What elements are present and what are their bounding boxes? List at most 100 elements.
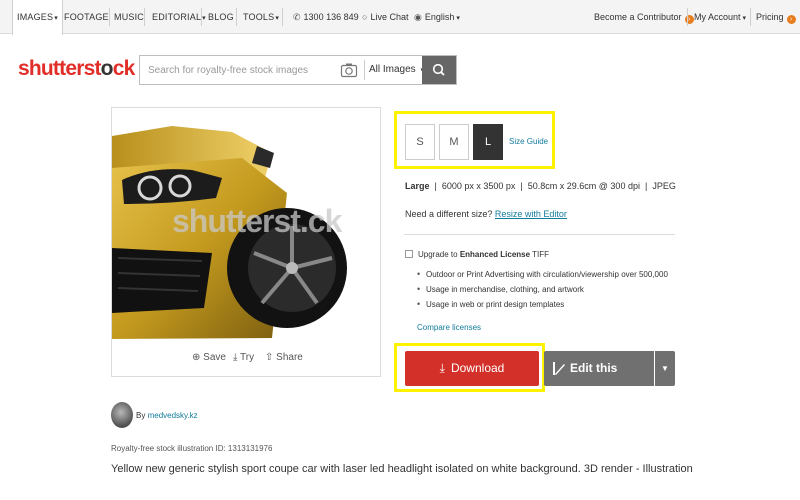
edit-image-button[interactable]: Edit this image — [544, 351, 654, 410]
contributor-byline: By medvedsky.kz — [136, 411, 198, 420]
pricing-link[interactable]: Pricing › — [756, 0, 796, 34]
watermark-text: shutterst.ck — [172, 203, 342, 239]
nav-tab-label: BLOG — [208, 12, 234, 22]
arrow-right-icon: › — [684, 15, 694, 24]
enhanced-license-checkbox[interactable] — [405, 250, 413, 258]
edit-label: Edit this image — [570, 361, 618, 410]
language-selector[interactable]: ◉ English ▾ — [414, 0, 460, 34]
my-account-label: My Account — [694, 12, 741, 22]
nav-tab-label: FOOTAGE — [64, 12, 109, 22]
nav-divider — [109, 8, 110, 26]
save-label: Save — [203, 352, 226, 363]
nav-tab-blog[interactable]: BLOG — [208, 0, 234, 34]
section-divider — [404, 234, 675, 235]
search-icon — [432, 63, 445, 76]
nav-divider — [236, 8, 237, 26]
save-button[interactable]: ⊕ Save — [192, 352, 226, 363]
contributor-avatar[interactable] — [111, 402, 133, 428]
list-item: Usage in merchandise, clothing, and artw… — [417, 285, 668, 300]
globe-icon: ◉ — [414, 12, 422, 22]
chat-icon: ○ — [362, 12, 368, 22]
size-option-small[interactable]: S — [405, 124, 435, 160]
license-benefits-list: Outdoor or Print Advertising with circul… — [417, 270, 668, 315]
print-dimensions: 50.8cm x 29.6cm @ 300 dpi — [527, 181, 640, 191]
resize-with-editor-link[interactable]: Resize with Editor — [495, 209, 567, 219]
logo-text-part2: ck — [112, 57, 136, 80]
size-guide-link[interactable]: Size Guide — [509, 137, 548, 146]
compare-licenses-link[interactable]: Compare licenses — [417, 323, 481, 332]
image-type-filter[interactable]: All Images ▾ — [369, 56, 424, 84]
nav-tab-label: EDITORIAL — [152, 12, 202, 22]
nav-divider — [144, 8, 145, 26]
logo-text-part1: shutterst — [18, 57, 101, 80]
download-button[interactable]: ⤓ Download — [405, 351, 539, 386]
download-label: Download — [450, 361, 505, 375]
plus-circle-icon: ⊕ — [192, 352, 201, 363]
nav-tab-tools[interactable]: TOOLS▾ — [243, 0, 279, 34]
share-icon: ⇧ — [265, 352, 274, 363]
share-button[interactable]: ⇧ Share — [265, 352, 303, 363]
search-bar: All Images ▾ — [139, 55, 457, 85]
search-input[interactable] — [140, 56, 340, 84]
nav-divider — [282, 8, 283, 26]
preview-image: shutterst.ck — [112, 108, 380, 339]
chevron-down-icon: ▾ — [742, 15, 747, 22]
become-contributor-label: Become a Contributor — [594, 12, 682, 22]
image-specs: Large | 6000 px x 3500 px | 50.8cm x 29.… — [405, 181, 676, 191]
camera-icon[interactable] — [340, 61, 358, 79]
nav-divider — [201, 8, 202, 26]
preview-actions: ⊕ Save ⤓ Try ⇧ Share — [112, 348, 380, 368]
contributor-link[interactable]: medvedsky.kz — [148, 411, 198, 420]
nav-tab-label: IMAGES — [17, 12, 54, 22]
top-nav: IMAGES▾ FOOTAGE MUSIC EDITORIAL▾ BLOG TO… — [0, 0, 800, 35]
try-button[interactable]: ⤓ Try — [233, 352, 254, 363]
nav-tab-footage[interactable]: FOOTAGE — [64, 0, 109, 34]
chevron-down-icon: ▼ — [661, 364, 669, 373]
resize-prompt: Need a different size? Resize with Edito… — [405, 209, 567, 219]
site-logo[interactable]: shutterstock — [18, 57, 136, 81]
pricing-label: Pricing — [756, 12, 784, 22]
my-account-menu[interactable]: My Account ▾ — [694, 0, 746, 34]
download-icon: ⤓ — [439, 361, 445, 375]
download-icon: ⤓ — [233, 352, 238, 363]
size-option-medium[interactable]: M — [439, 124, 469, 160]
share-label: Share — [276, 352, 303, 363]
chevron-down-icon: ▾ — [275, 15, 279, 22]
chevron-down-icon: ▾ — [54, 15, 58, 22]
resize-question: Need a different size? — [405, 209, 493, 219]
image-preview-panel: shutterst.ck ⊕ Save ⤓ Try ⇧ Share — [111, 107, 381, 377]
edit-options-dropdown[interactable]: ▼ — [655, 351, 675, 386]
pixel-dimensions: 6000 px x 3500 px — [441, 181, 516, 191]
nav-divider — [687, 8, 688, 26]
size-name: Large — [405, 181, 430, 191]
phone-link[interactable]: ✆ 1300 136 849 — [293, 0, 359, 34]
nav-tab-images[interactable]: IMAGES▾ — [12, 0, 63, 35]
phone-icon: ✆ — [293, 12, 301, 22]
file-format: JPEG — [652, 181, 676, 191]
image-description: Yellow new generic stylish sport coupe c… — [111, 463, 693, 475]
nav-tab-label: MUSIC — [114, 12, 144, 22]
chevron-down-icon: ▾ — [202, 15, 206, 22]
license-suffix: TIFF — [530, 250, 550, 259]
by-label: By — [136, 411, 146, 420]
chevron-down-icon: ▾ — [456, 15, 460, 22]
enhanced-license-label: Upgrade to Enhanced License TIFF — [418, 250, 549, 259]
nav-divider — [750, 8, 751, 26]
nav-tab-editorial[interactable]: EDITORIAL▾ — [152, 0, 206, 34]
arrow-right-icon: › — [786, 15, 796, 24]
size-option-large[interactable]: L — [473, 124, 503, 160]
become-contributor-link[interactable]: Become a Contributor › — [594, 0, 694, 34]
upgrade-prefix: Upgrade to — [418, 250, 460, 259]
filter-label: All Images — [369, 64, 416, 75]
live-chat-link[interactable]: ○ Live Chat — [362, 0, 408, 34]
search-button[interactable] — [422, 56, 456, 84]
phone-number: 1300 136 849 — [303, 12, 359, 22]
list-item: Outdoor or Print Advertising with circul… — [417, 270, 668, 285]
nav-tab-music[interactable]: MUSIC — [114, 0, 144, 34]
edit-pencil-icon — [553, 362, 565, 375]
logo-o-mark: o — [100, 57, 114, 80]
try-label: Try — [240, 352, 255, 363]
nav-tab-label: TOOLS — [243, 12, 275, 22]
license-name: Enhanced License — [459, 250, 531, 259]
live-chat-label: Live Chat — [370, 12, 409, 22]
